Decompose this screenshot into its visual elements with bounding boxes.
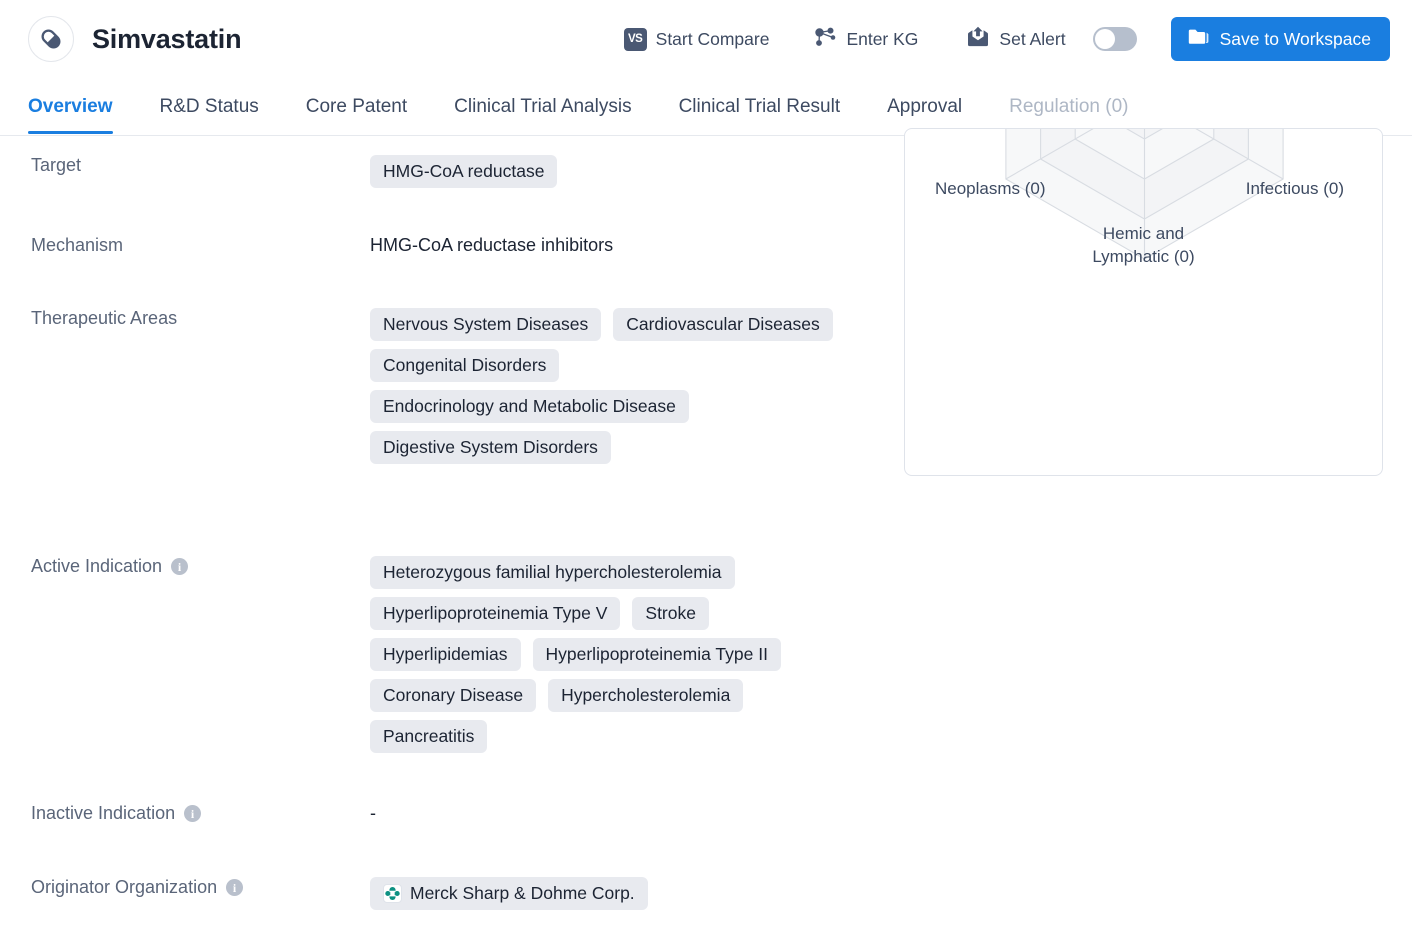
page-title: Simvastatin: [92, 24, 241, 55]
mechanism-values: HMG-CoA reductase inhibitors: [370, 235, 900, 256]
tag[interactable]: Hyperlipoproteinemia Type II: [533, 638, 781, 671]
tag[interactable]: Hypercholesterolemia: [548, 679, 743, 712]
tag[interactable]: Nervous System Diseases: [370, 308, 601, 341]
tag[interactable]: Hyperlipidemias: [370, 638, 521, 671]
active-indication-label: Active Indication i: [0, 556, 370, 577]
tag[interactable]: HMG-CoA reductase: [370, 155, 557, 188]
mechanism-label: Mechanism: [0, 235, 370, 256]
alert-inbox-icon: [966, 26, 990, 52]
indication-radar-card: Neoplasms (0) Infectious (0) Hemic andLy…: [904, 128, 1383, 476]
inactive-indication-label: Inactive Indication i: [0, 803, 370, 824]
detail-row-therapeutic-areas: Therapeutic Areas Nervous System Disease…: [0, 308, 900, 464]
set-alert-label: Set Alert: [999, 29, 1065, 50]
info-icon[interactable]: i: [226, 879, 243, 896]
set-alert-toggle[interactable]: [1093, 27, 1137, 51]
detail-row-active-indication: Active Indication i Heterozygous familia…: [0, 556, 900, 753]
tab-clinical-trial-analysis[interactable]: Clinical Trial Analysis: [454, 96, 631, 134]
tab-core-patent[interactable]: Core Patent: [306, 96, 407, 134]
start-compare-button[interactable]: VS Start Compare: [624, 22, 770, 57]
drug-identity: Simvastatin: [28, 16, 241, 62]
knowledge-graph-icon: [813, 26, 837, 53]
therapeutic-areas-values: Nervous System Diseases Cardiovascular D…: [370, 308, 890, 464]
radar-label-infectious: Infectious (0): [1246, 178, 1344, 201]
radar-label-neoplasms: Neoplasms (0): [935, 178, 1046, 201]
originator-organization-label: Originator Organization i: [0, 877, 370, 898]
detail-row-originator-organization: Originator Organization i Merck Shar: [0, 877, 900, 910]
organization-tag[interactable]: Merck Sharp & Dohme Corp.: [370, 877, 648, 910]
active-indication-label-text: Active Indication: [31, 556, 162, 577]
tag[interactable]: Congenital Disorders: [370, 349, 559, 382]
set-alert-button[interactable]: Set Alert: [966, 20, 1065, 58]
tag[interactable]: Hyperlipoproteinemia Type V: [370, 597, 620, 630]
detail-row-target: Target HMG-CoA reductase: [0, 155, 900, 188]
organization-name: Merck Sharp & Dohme Corp.: [410, 883, 635, 904]
info-icon[interactable]: i: [171, 558, 188, 575]
tab-overview[interactable]: Overview: [28, 96, 113, 134]
detail-row-inactive-indication: Inactive Indication i -: [0, 803, 900, 824]
vs-icon: VS: [624, 28, 647, 51]
therapeutic-areas-label: Therapeutic Areas: [0, 308, 370, 329]
originator-organization-values: Merck Sharp & Dohme Corp.: [370, 877, 900, 910]
detail-row-mechanism: Mechanism HMG-CoA reductase inhibitors: [0, 235, 900, 256]
tag[interactable]: Digestive System Disorders: [370, 431, 611, 464]
tag[interactable]: Coronary Disease: [370, 679, 536, 712]
header-actions: VS Start Compare Enter KG: [624, 17, 1390, 61]
enter-kg-button[interactable]: Enter KG: [813, 20, 918, 59]
page-header: Simvastatin VS Start Compare Enter KG: [0, 0, 1412, 78]
tag[interactable]: Pancreatitis: [370, 720, 487, 753]
tab-rd-status[interactable]: R&D Status: [160, 96, 259, 134]
inactive-indication-label-text: Inactive Indication: [31, 803, 175, 824]
tag[interactable]: Endocrinology and Metabolic Disease: [370, 390, 689, 423]
active-indication-values: Heterozygous familial hypercholesterolem…: [370, 556, 870, 753]
tag[interactable]: Stroke: [632, 597, 709, 630]
info-icon[interactable]: i: [184, 805, 201, 822]
mechanism-value: HMG-CoA reductase inhibitors: [370, 235, 613, 256]
tab-clinical-trial-result[interactable]: Clinical Trial Result: [679, 96, 841, 134]
pill-capsule-icon: [28, 16, 74, 62]
toggle-knob: [1095, 29, 1115, 49]
inactive-indication-value: -: [370, 803, 376, 824]
inactive-indication-values: -: [370, 803, 900, 824]
target-values: HMG-CoA reductase: [370, 155, 900, 188]
overview-content: Target HMG-CoA reductase Mechanism HMG-C…: [0, 136, 1412, 943]
save-to-workspace-label: Save to Workspace: [1220, 29, 1371, 50]
enter-kg-label: Enter KG: [846, 29, 918, 50]
start-compare-label: Start Compare: [656, 29, 770, 50]
save-to-workspace-button[interactable]: Save to Workspace: [1171, 17, 1390, 61]
target-label: Target: [0, 155, 370, 176]
radar-label-hemic-and-lymphatic: Hemic andLymphatic (0): [905, 223, 1382, 269]
tag[interactable]: Cardiovascular Diseases: [613, 308, 833, 341]
tag[interactable]: Heterozygous familial hypercholesterolem…: [370, 556, 735, 589]
folder-icon: [1188, 28, 1209, 50]
originator-organization-label-text: Originator Organization: [31, 877, 217, 898]
merck-logo-icon: [383, 884, 402, 903]
